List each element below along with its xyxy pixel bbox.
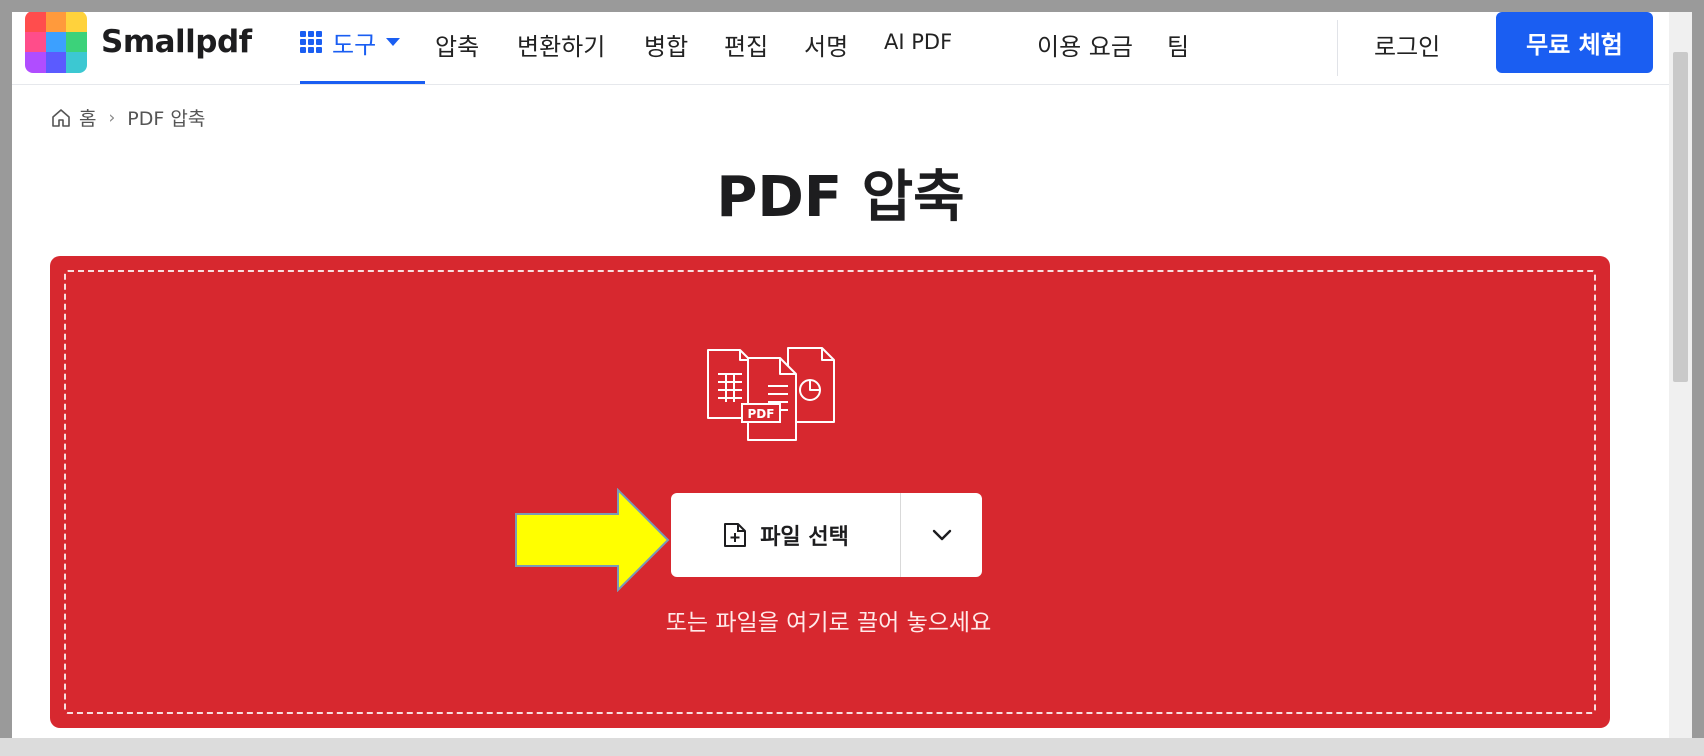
nav-merge[interactable]: 병합	[644, 27, 688, 62]
nav-compress[interactable]: 압축	[435, 27, 479, 62]
pointer-arrow-icon	[515, 488, 670, 592]
choose-file-button-group: 파일 선택	[671, 493, 982, 577]
breadcrumb: 홈 › PDF 압축	[51, 104, 205, 131]
nav-pricing[interactable]: 이용 요금	[1037, 27, 1133, 62]
tools-active-indicator	[300, 81, 425, 84]
file-add-icon	[724, 523, 747, 547]
smallpdf-logo-icon	[25, 12, 87, 73]
logo[interactable]: Smallpdf	[25, 12, 252, 73]
home-icon[interactable]	[51, 108, 71, 128]
caret-down-icon	[386, 38, 401, 46]
tools-label: 도구	[332, 30, 377, 59]
bottom-edge	[0, 738, 1704, 756]
nav-sign[interactable]: 서명	[804, 27, 848, 62]
choose-file-dropdown-button[interactable]	[901, 493, 982, 577]
brand-name: Smallpdf	[101, 24, 252, 60]
breadcrumb-current: PDF 압축	[127, 108, 206, 130]
choose-file-label: 파일 선택	[760, 525, 849, 550]
nav-team[interactable]: 팀	[1167, 27, 1189, 62]
page-scrollbar[interactable]	[1669, 12, 1692, 756]
dropzone-dashed-border	[64, 270, 1596, 714]
tools-menu-button[interactable]: 도구	[300, 28, 401, 59]
nav-ai-pdf[interactable]: AI PDF	[884, 30, 952, 54]
site-header: Smallpdf 도구 압축 변환하기 병합 편집 서명 AI PDF 이용 요…	[12, 12, 1669, 85]
page-title: PDF 압축	[716, 165, 965, 230]
nav-convert[interactable]: 변환하기	[517, 27, 605, 62]
header-divider	[1337, 20, 1338, 76]
login-link[interactable]: 로그인	[1374, 27, 1440, 62]
files-illustration-icon: PDF	[707, 347, 835, 441]
nav-edit[interactable]: 편집	[724, 27, 768, 62]
breadcrumb-separator: ›	[108, 107, 116, 128]
scrollbar-thumb[interactable]	[1673, 52, 1688, 382]
breadcrumb-home[interactable]: 홈	[79, 104, 96, 131]
file-dropzone[interactable]	[50, 256, 1610, 728]
choose-file-button[interactable]: 파일 선택	[671, 493, 901, 577]
tools-grid-icon	[300, 31, 322, 53]
chevron-down-icon	[932, 529, 951, 541]
drop-hint-text: 또는 파일을 여기로 끌어 놓으세요	[665, 610, 992, 636]
free-trial-button[interactable]: 무료 체험	[1496, 12, 1653, 73]
pdf-badge-label: PDF	[748, 407, 775, 421]
